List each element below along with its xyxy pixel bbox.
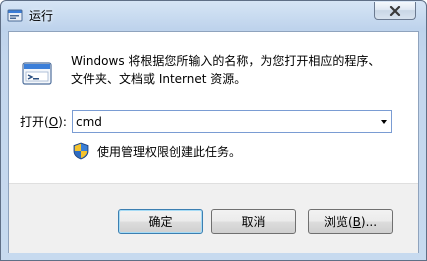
window-title: 运行: [29, 9, 54, 23]
chevron-down-icon[interactable]: [381, 120, 387, 124]
close-button[interactable]: [374, 2, 416, 20]
run-dialog: 运行 Windows 将根据您所输入的名称，为您打开相应的程序、 文件夹、文档或…: [0, 0, 427, 261]
open-combobox[interactable]: [72, 110, 392, 133]
description-text: Windows 将根据您所输入的名称，为您打开相应的程序、 文件夹、文档或 In…: [71, 52, 411, 88]
open-input[interactable]: [76, 113, 366, 130]
browse-label-suffix: )...: [360, 214, 378, 229]
description-line-1: Windows 将根据您所输入的名称，为您打开相应的程序、: [71, 54, 381, 68]
browse-button[interactable]: 浏览(B)...: [308, 209, 393, 234]
description-line-2: 文件夹、文档或 Internet 资源。: [71, 72, 247, 86]
button-bar: 确定 取消 浏览(B)...: [9, 183, 418, 253]
ok-button[interactable]: 确定: [118, 209, 203, 234]
open-label-accesskey: O: [48, 115, 59, 129]
browse-label-prefix: 浏览(: [323, 215, 353, 229]
browse-label-accesskey: B: [352, 214, 361, 229]
cancel-button[interactable]: 取消: [211, 209, 296, 234]
close-icon: [389, 5, 401, 16]
open-label-prefix: 打开(: [20, 115, 49, 129]
cancel-button-label: 取消: [241, 215, 266, 229]
uac-shield-icon: [73, 142, 89, 160]
title-bar[interactable]: 运行: [1, 1, 426, 31]
open-label-suffix: ):: [58, 115, 67, 129]
ok-button-label: 确定: [148, 215, 173, 229]
run-icon: [22, 62, 52, 85]
run-icon: [7, 9, 23, 22]
admin-note: 使用管理权限创建此任务。: [97, 145, 242, 159]
open-label: 打开(O):: [20, 114, 67, 130]
dialog-body: Windows 将根据您所输入的名称，为您打开相应的程序、 文件夹、文档或 In…: [8, 31, 419, 253]
